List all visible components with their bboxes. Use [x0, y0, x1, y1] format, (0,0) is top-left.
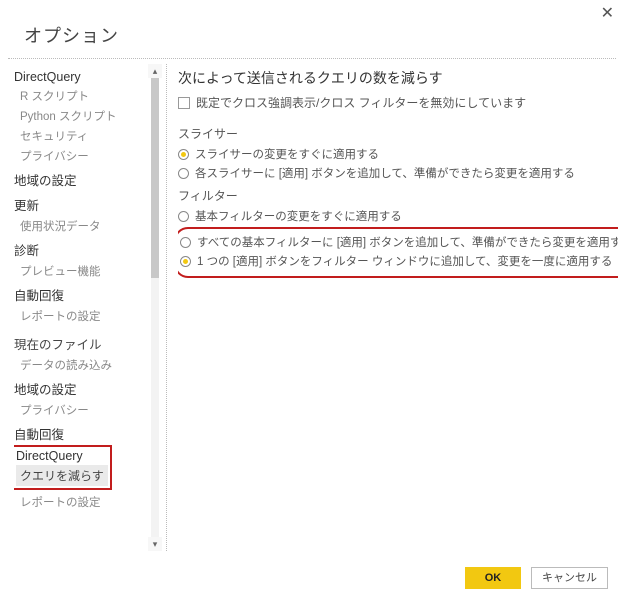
sidebar-item-privacy[interactable]: プライバシー — [20, 148, 144, 164]
sidebar-item-autorecover-2[interactable]: 自動回復 — [14, 424, 144, 443]
divider-top — [8, 58, 616, 59]
radio-icon[interactable] — [178, 168, 189, 179]
checkbox-label: 既定でクロス強調表示/クロス フィルターを無効にしています — [196, 94, 526, 111]
sidebar-item-diagnostics[interactable]: 診断 — [14, 240, 144, 259]
sidebar-item-regional[interactable]: 地域の設定 — [14, 170, 144, 189]
sidebar-item-directquery-2[interactable]: DirectQuery — [16, 449, 106, 463]
cancel-button[interactable]: キャンセル — [531, 567, 608, 589]
radio-slicer-immediate[interactable]: スライサーの変更をすぐに適用する — [178, 146, 618, 162]
main-heading: 次によって送信されるクエリの数を減らす — [178, 68, 618, 88]
radio-label: スライサーの変更をすぐに適用する — [195, 146, 379, 162]
radio-icon[interactable] — [180, 256, 191, 267]
checkbox-icon[interactable] — [178, 97, 190, 109]
dialog-body: DirectQuery R スクリプト Python スクリプト セキュリティ … — [0, 58, 624, 551]
checkbox-disable-crossfilter[interactable]: 既定でクロス強調表示/クロス フィルターを無効にしています — [178, 94, 618, 111]
sidebar-item-data-load[interactable]: データの読み込み — [20, 357, 144, 373]
sidebar-item-usage-data[interactable]: 使用状況データ — [20, 218, 144, 234]
filter-heading: フィルター — [178, 187, 618, 204]
sidebar-item-r-script[interactable]: R スクリプト — [20, 88, 144, 104]
sidebar-scrollbar[interactable]: ▴ ▾ — [148, 64, 162, 551]
sidebar-item-regional-2[interactable]: 地域の設定 — [14, 379, 144, 398]
sidebar-item-reduce-queries[interactable]: クエリを減らす — [16, 465, 108, 486]
scroll-thumb[interactable] — [151, 78, 159, 278]
close-icon[interactable]: ✕ — [601, 6, 614, 22]
radio-icon[interactable] — [178, 149, 189, 160]
dialog-title: オプション — [24, 22, 119, 48]
scroll-down-icon[interactable]: ▾ — [148, 537, 162, 551]
divider-vertical — [166, 64, 167, 551]
radio-filter-single-apply[interactable]: 1 つの [適用] ボタンをフィルター ウィンドウに追加して、変更を一度に適用す… — [180, 253, 618, 269]
sidebar-item-preview[interactable]: プレビュー機能 — [20, 263, 144, 279]
ok-button[interactable]: OK — [465, 567, 521, 589]
sidebar-item-python-script[interactable]: Python スクリプト — [20, 108, 144, 124]
radio-label: すべての基本フィルターに [適用] ボタンを追加して、準備ができたら変更を適用す… — [197, 234, 618, 250]
sidebar-highlight: DirectQuery クエリを減らす — [14, 445, 112, 490]
radio-filter-all-apply[interactable]: すべての基本フィルターに [適用] ボタンを追加して、準備ができたら変更を適用す… — [180, 234, 618, 250]
radio-slicer-apply-button[interactable]: 各スライサーに [適用] ボタンを追加して、準備ができたら変更を適用する — [178, 165, 618, 181]
sidebar: DirectQuery R スクリプト Python スクリプト セキュリティ … — [14, 64, 144, 551]
sidebar-item-report-settings[interactable]: レポートの設定 — [20, 308, 144, 324]
radio-label: 基本フィルターの変更をすぐに適用する — [195, 208, 402, 224]
radio-label: 1 つの [適用] ボタンをフィルター ウィンドウに追加して、変更を一度に適用す… — [197, 253, 612, 269]
sidebar-item-privacy-2[interactable]: プライバシー — [20, 402, 144, 418]
sidebar-item-report-settings-2[interactable]: レポートの設定 — [20, 494, 144, 510]
sidebar-section-current-file: 現在のファイル — [14, 334, 144, 353]
slicer-heading: スライサー — [178, 125, 618, 142]
sidebar-item-autorecover[interactable]: 自動回復 — [14, 285, 144, 304]
radio-filter-immediate[interactable]: 基本フィルターの変更をすぐに適用する — [178, 208, 618, 224]
dialog-footer: OK キャンセル — [465, 567, 608, 589]
sidebar-item-security[interactable]: セキュリティ — [20, 128, 144, 144]
filter-highlight: すべての基本フィルターに [適用] ボタンを追加して、準備ができたら変更を適用す… — [178, 227, 618, 278]
sidebar-item-update[interactable]: 更新 — [14, 195, 144, 214]
sidebar-item-directquery[interactable]: DirectQuery — [14, 70, 144, 84]
radio-icon[interactable] — [178, 211, 189, 222]
scroll-up-icon[interactable]: ▴ — [148, 64, 162, 78]
radio-icon[interactable] — [180, 237, 191, 248]
radio-label: 各スライサーに [適用] ボタンを追加して、準備ができたら変更を適用する — [195, 165, 575, 181]
main-panel: 次によって送信されるクエリの数を減らす 既定でクロス強調表示/クロス フィルター… — [178, 64, 618, 551]
